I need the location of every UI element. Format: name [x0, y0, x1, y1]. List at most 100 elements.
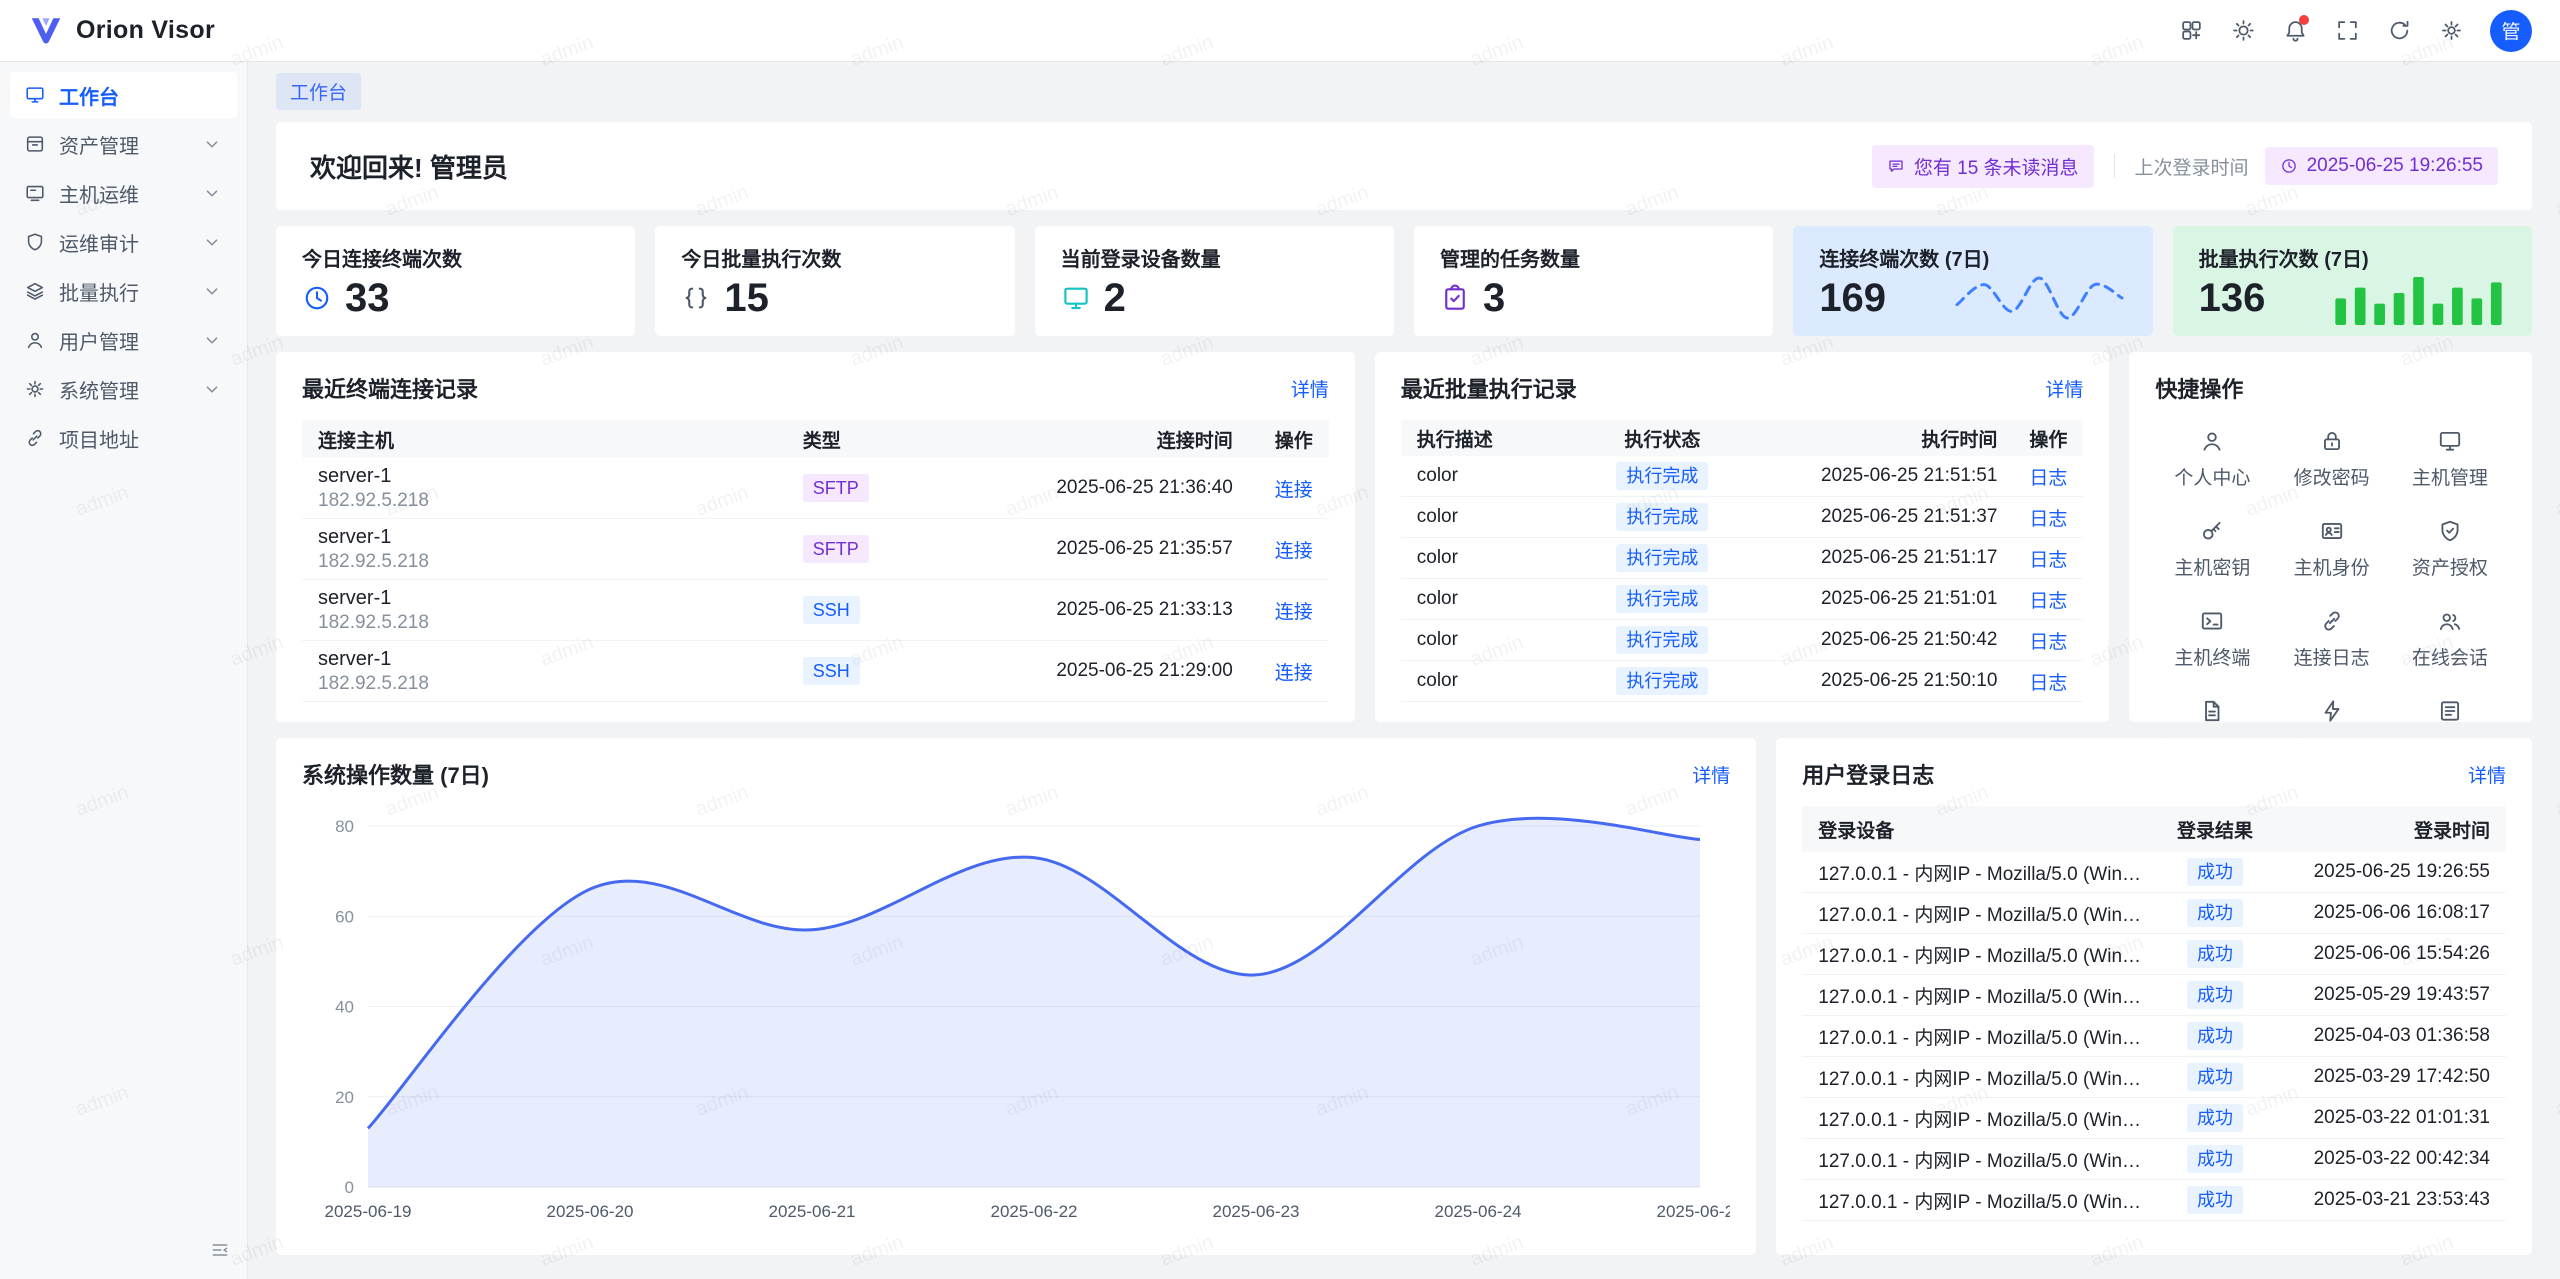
quick-action-label: 个人中心 [2174, 463, 2250, 490]
col-header: 操作 [1233, 426, 1313, 453]
sidebar-item-label: 批量执行 [59, 277, 188, 306]
table-header: 执行描述 执行状态 执行时间 操作 [1401, 420, 2084, 456]
sun-icon [2231, 18, 2256, 43]
table-row: 127.0.0.1 - 内网IP - Mozilla/5.0 (Windows … [1802, 893, 2506, 934]
quick-action-6[interactable]: 主机终端 [2155, 608, 2269, 670]
log-link[interactable]: 日志 [2029, 632, 2067, 653]
table-row: color 执行完成 2025-06-25 21:50:42 日志 [1401, 620, 2084, 661]
sidebar-item-0[interactable]: 工作台 [10, 72, 237, 118]
braces-icon [681, 283, 711, 313]
chevron-down-icon [201, 280, 223, 302]
sidebar-item-4[interactable]: 批量执行 [10, 268, 237, 314]
table-row: server-1 182.92.5.218 SFTP 2025-06-25 21… [302, 519, 1329, 580]
quick-action-8[interactable]: 在线会话 [2394, 608, 2506, 670]
connect-link[interactable]: 连接 [1275, 541, 1313, 562]
header-action-1[interactable] [2220, 8, 2266, 54]
stats-row: 今日连接终端次数 33 今日批量执行次数 15 [276, 226, 2532, 336]
login-device: 127.0.0.1 - 内网IP - Mozilla/5.0 (Windows … [1818, 982, 2160, 1009]
quick-action-label: 主机终端 [2174, 643, 2250, 670]
sidebar-item-5[interactable]: 用户管理 [10, 317, 237, 363]
login-time: 2025-06-06 16:08:17 [2270, 902, 2490, 924]
panel-title: 用户登录日志 [1802, 758, 1934, 790]
svg-text:40: 40 [335, 998, 354, 1017]
table-header: 连接主机 类型 连接时间 操作 [302, 420, 1329, 458]
panel-title: 最近批量执行记录 [1401, 372, 1577, 404]
header-action-2[interactable] [2272, 8, 2318, 54]
status-badge: 执行完成 [1616, 462, 1708, 490]
connect-link[interactable]: 连接 [1275, 663, 1313, 684]
host-ip: 182.92.5.218 [318, 611, 803, 636]
exec-time: 2025-06-25 21:51:37 [1747, 506, 1997, 528]
batch-records-card: 最近批量执行记录 详情 执行描述 执行状态 执行时间 操作 color [1375, 352, 2110, 722]
login-device: 127.0.0.1 - 内网IP - Mozilla/5.0 (Windows … [1818, 1105, 2160, 1132]
terminal-icon [2199, 608, 2225, 634]
quick-action-3[interactable]: 主机密钥 [2155, 518, 2269, 580]
connect-link[interactable]: 连接 [1275, 602, 1313, 623]
lock-icon [2319, 428, 2345, 454]
panel-title: 最近终端连接记录 [302, 372, 478, 404]
terminal-records-detail-link[interactable]: 详情 [1291, 375, 1329, 402]
header-action-3[interactable] [2324, 8, 2370, 54]
log-link[interactable]: 日志 [2029, 550, 2067, 571]
header-action-5[interactable] [2428, 8, 2474, 54]
log-link[interactable]: 日志 [2029, 591, 2067, 612]
brand[interactable]: Orion Visor [28, 13, 215, 49]
table-row: color 执行完成 2025-06-25 21:51:01 日志 [1401, 579, 2084, 620]
result-badge: 成功 [2187, 858, 2243, 886]
key-icon [2199, 518, 2225, 544]
sidebar-item-3[interactable]: 运维审计 [10, 219, 237, 265]
sidebar-item-2[interactable]: 主机运维 [10, 170, 237, 216]
sidebar-item-7[interactable]: 项目地址 [10, 415, 237, 461]
batch-icon [24, 280, 46, 302]
exec-desc: color [1417, 506, 1578, 528]
sidebar-item-6[interactable]: 系统管理 [10, 366, 237, 412]
quick-action-label: 在线会话 [2412, 643, 2488, 670]
sidebar-collapse-button[interactable] [203, 1233, 237, 1267]
login-logs-detail-link[interactable]: 详情 [2468, 761, 2506, 788]
quick-action-label: 连接日志 [2294, 643, 2370, 670]
table-row: 127.0.0.1 - 内网IP - Mozilla/5.0 (Windows … [1802, 1180, 2506, 1221]
col-header: 登录时间 [2270, 816, 2490, 843]
host-name: server-1 [318, 524, 803, 550]
result-badge: 成功 [2187, 899, 2243, 927]
result-badge: 成功 [2187, 981, 2243, 1009]
quick-action-2[interactable]: 主机管理 [2394, 428, 2506, 490]
quick-action-5[interactable]: 资产授权 [2394, 518, 2506, 580]
log-link[interactable]: 日志 [2029, 468, 2067, 489]
header-action-4[interactable] [2376, 8, 2422, 54]
col-header: 登录结果 [2160, 816, 2270, 843]
connect-link[interactable]: 连接 [1275, 480, 1313, 501]
system-ops-chart: 0204060802025-06-192025-06-202025-06-212… [302, 806, 1730, 1235]
table-row: server-1 182.92.5.218 SSH 2025-06-25 21:… [302, 641, 1329, 702]
breadcrumb[interactable]: 工作台 [276, 73, 361, 110]
quick-action-0[interactable]: 个人中心 [2155, 428, 2269, 490]
last-login-time: 2025-06-25 19:26:55 [2307, 155, 2483, 177]
svg-text:0: 0 [345, 1178, 354, 1197]
table-body: server-1 182.92.5.218 SFTP 2025-06-25 21… [302, 458, 1329, 702]
quick-action-1[interactable]: 修改密码 [2275, 428, 2387, 490]
stat-label: 今日连接终端次数 [302, 243, 609, 272]
svg-text:2025-06-25: 2025-06-25 [1657, 1202, 1730, 1221]
batch-records-detail-link[interactable]: 详情 [2045, 375, 2083, 402]
user-avatar[interactable]: 管 [2490, 10, 2532, 52]
table-row: 127.0.0.1 - 内网IP - Mozilla/5.0 (Windows … [1802, 934, 2506, 975]
shield-icon [2437, 518, 2463, 544]
log-link[interactable]: 日志 [2029, 673, 2067, 694]
header-action-0[interactable] [2168, 8, 2214, 54]
type-tag: SFTP [803, 535, 869, 563]
stat-value: 15 [724, 276, 769, 321]
col-header: 连接时间 [953, 426, 1233, 453]
quick-action-4[interactable]: 主机身份 [2275, 518, 2387, 580]
stat-label: 管理的任务数量 [1440, 243, 1747, 272]
refresh-icon [2387, 18, 2412, 43]
log-link[interactable]: 日志 [2029, 509, 2067, 530]
system-ops-detail-link[interactable]: 详情 [1692, 761, 1730, 788]
status-badge: 执行完成 [1616, 626, 1708, 654]
col-header: 执行描述 [1417, 425, 1578, 452]
gear-icon [2439, 18, 2464, 43]
sidebar-item-1[interactable]: 资产管理 [10, 121, 237, 167]
unread-messages-badge[interactable]: 您有 15 条未读消息 [1872, 145, 2094, 188]
stat-value: 33 [345, 276, 390, 321]
quick-action-7[interactable]: 连接日志 [2275, 608, 2387, 670]
fullscreen-icon [2335, 18, 2360, 43]
